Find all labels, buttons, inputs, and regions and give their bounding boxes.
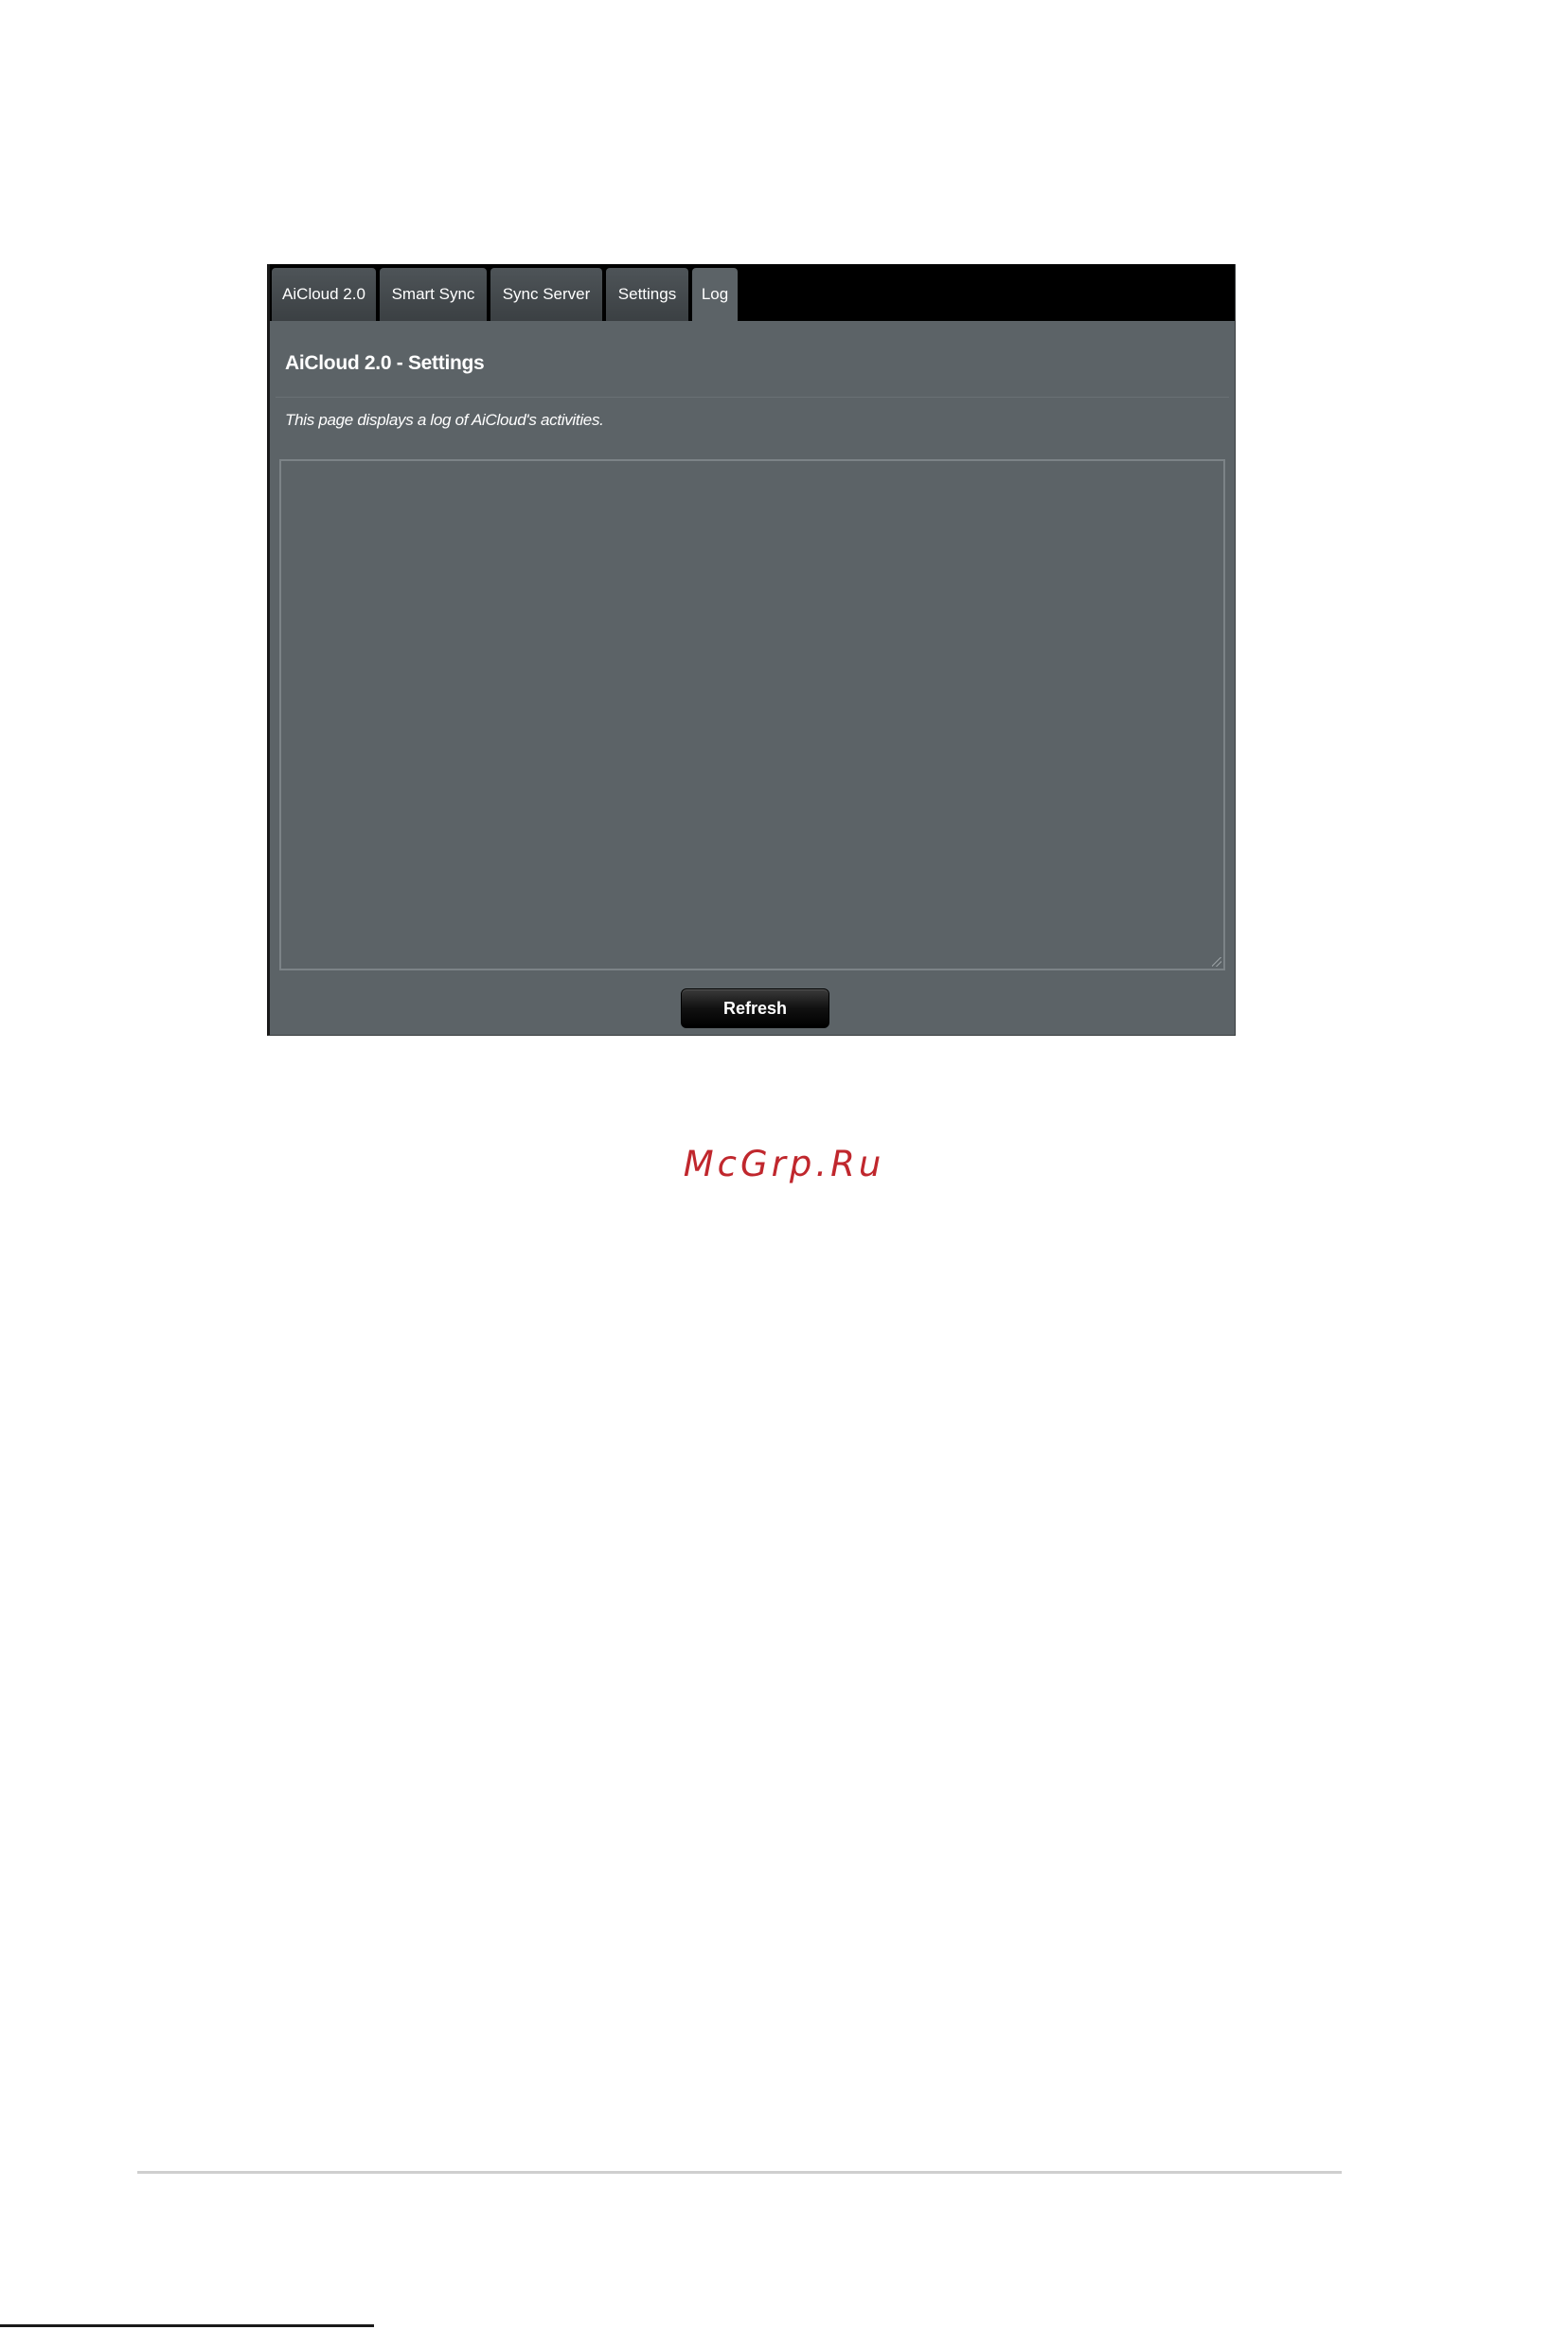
corner-line [0,2324,374,2327]
page-description: This page displays a log of AiCloud's ac… [285,411,604,429]
refresh-button[interactable]: Refresh [681,988,829,1028]
tab-log[interactable]: Log [692,268,738,321]
tab-aicloud[interactable]: AiCloud 2.0 [272,268,376,321]
page-title: AiCloud 2.0 - Settings [285,352,485,374]
resize-grip-icon[interactable] [1212,957,1221,967]
footer-rule [137,2171,1342,2174]
tab-sync-server[interactable]: Sync Server [490,268,602,321]
watermark: McGrp.Ru [683,1144,885,1184]
tab-settings[interactable]: Settings [606,268,688,321]
log-textarea[interactable] [279,459,1225,970]
title-divider [276,397,1229,398]
aicloud-log-screenshot: AiCloud 2.0 Smart Sync Sync Server Setti… [267,264,1236,1036]
tab-bar: AiCloud 2.0 Smart Sync Sync Server Setti… [270,264,1235,321]
tab-smart-sync[interactable]: Smart Sync [380,268,487,321]
